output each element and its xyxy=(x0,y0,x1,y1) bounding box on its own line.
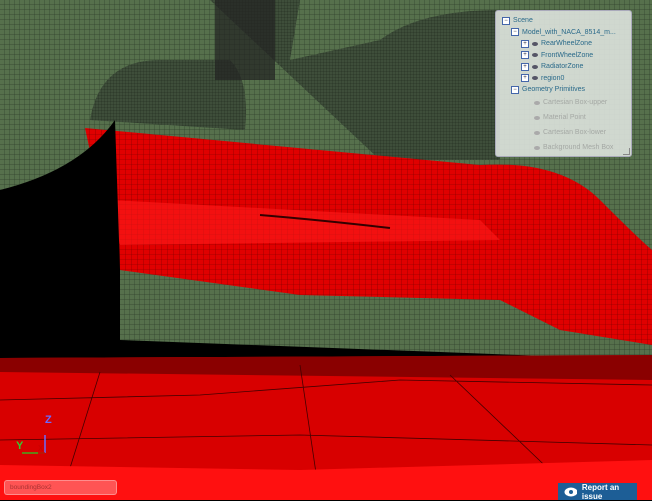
tree-item-primitive[interactable]: Background Mesh Box xyxy=(502,141,631,156)
tree-label: Cartesian Box-lower xyxy=(543,129,607,137)
expand-icon[interactable]: + xyxy=(521,51,529,60)
selected-object-name-field[interactable]: boundingBox2 xyxy=(4,480,117,495)
expand-icon[interactable]: + xyxy=(521,62,529,71)
tree-item-model[interactable]: − Model_with_NACA_8514_m... xyxy=(502,27,631,39)
eye-icon[interactable] xyxy=(532,53,538,58)
eye-icon[interactable] xyxy=(534,116,540,120)
tree-item-zone[interactable]: + RadiatorZone xyxy=(502,61,631,73)
tree-label: FrontWheelZone xyxy=(541,51,594,59)
tree-label: Cartesian Box-upper xyxy=(543,99,608,107)
collapse-icon[interactable]: − xyxy=(511,28,519,37)
tree-label: Background Mesh Box xyxy=(543,144,614,152)
eye-icon[interactable] xyxy=(532,76,538,81)
axis-x-label: X xyxy=(38,444,44,453)
tree-item-primitive[interactable]: Cartesian Box-upper xyxy=(502,96,631,111)
expand-icon[interactable]: + xyxy=(521,74,529,83)
tree-label: region0 xyxy=(541,74,565,82)
collapse-icon[interactable]: − xyxy=(511,85,519,94)
eye-icon[interactable] xyxy=(532,41,538,46)
tree-item-zone[interactable]: + region0 xyxy=(502,73,631,85)
eye-icon[interactable] xyxy=(534,146,540,150)
tree-item-geometry-primitives[interactable]: − Geometry Primitives xyxy=(502,84,631,96)
report-issue-button[interactable]: Report an issue xyxy=(558,482,637,501)
axis-z-label: Z xyxy=(45,414,52,426)
report-issue-label: Report an issue xyxy=(581,482,620,501)
eye-icon[interactable] xyxy=(532,64,538,69)
eye-icon[interactable] xyxy=(534,131,540,135)
tree-item-zone[interactable]: + FrontWheelZone xyxy=(502,50,631,62)
tree-item-primitive[interactable]: Material Point xyxy=(502,111,631,126)
collapse-icon[interactable]: − xyxy=(502,16,510,25)
resize-handle[interactable] xyxy=(623,148,630,155)
tree-label: Model_with_NACA_8514_m... xyxy=(522,28,616,36)
tree-label: Material Point xyxy=(543,114,586,122)
tree-item-zone[interactable]: + RearWheelZone xyxy=(502,38,631,50)
tree-item-primitive[interactable]: Cartesian Box-lower xyxy=(502,126,631,141)
expand-icon[interactable]: + xyxy=(521,39,529,48)
eye-icon[interactable] xyxy=(534,101,540,105)
tree-label: Geometry Primitives xyxy=(522,86,586,93)
scene-tree-panel[interactable]: − Scene − Model_with_NACA_8514_m... + RearW… xyxy=(495,10,632,157)
tree-label: Scene xyxy=(513,17,533,24)
chat-icon xyxy=(564,487,577,496)
axis-y-label: Y xyxy=(16,440,24,452)
tree-label: RearWheelZone xyxy=(541,40,592,47)
tree-label: RadiatorZone xyxy=(541,63,584,70)
tree-item-scene[interactable]: − Scene xyxy=(502,15,631,27)
